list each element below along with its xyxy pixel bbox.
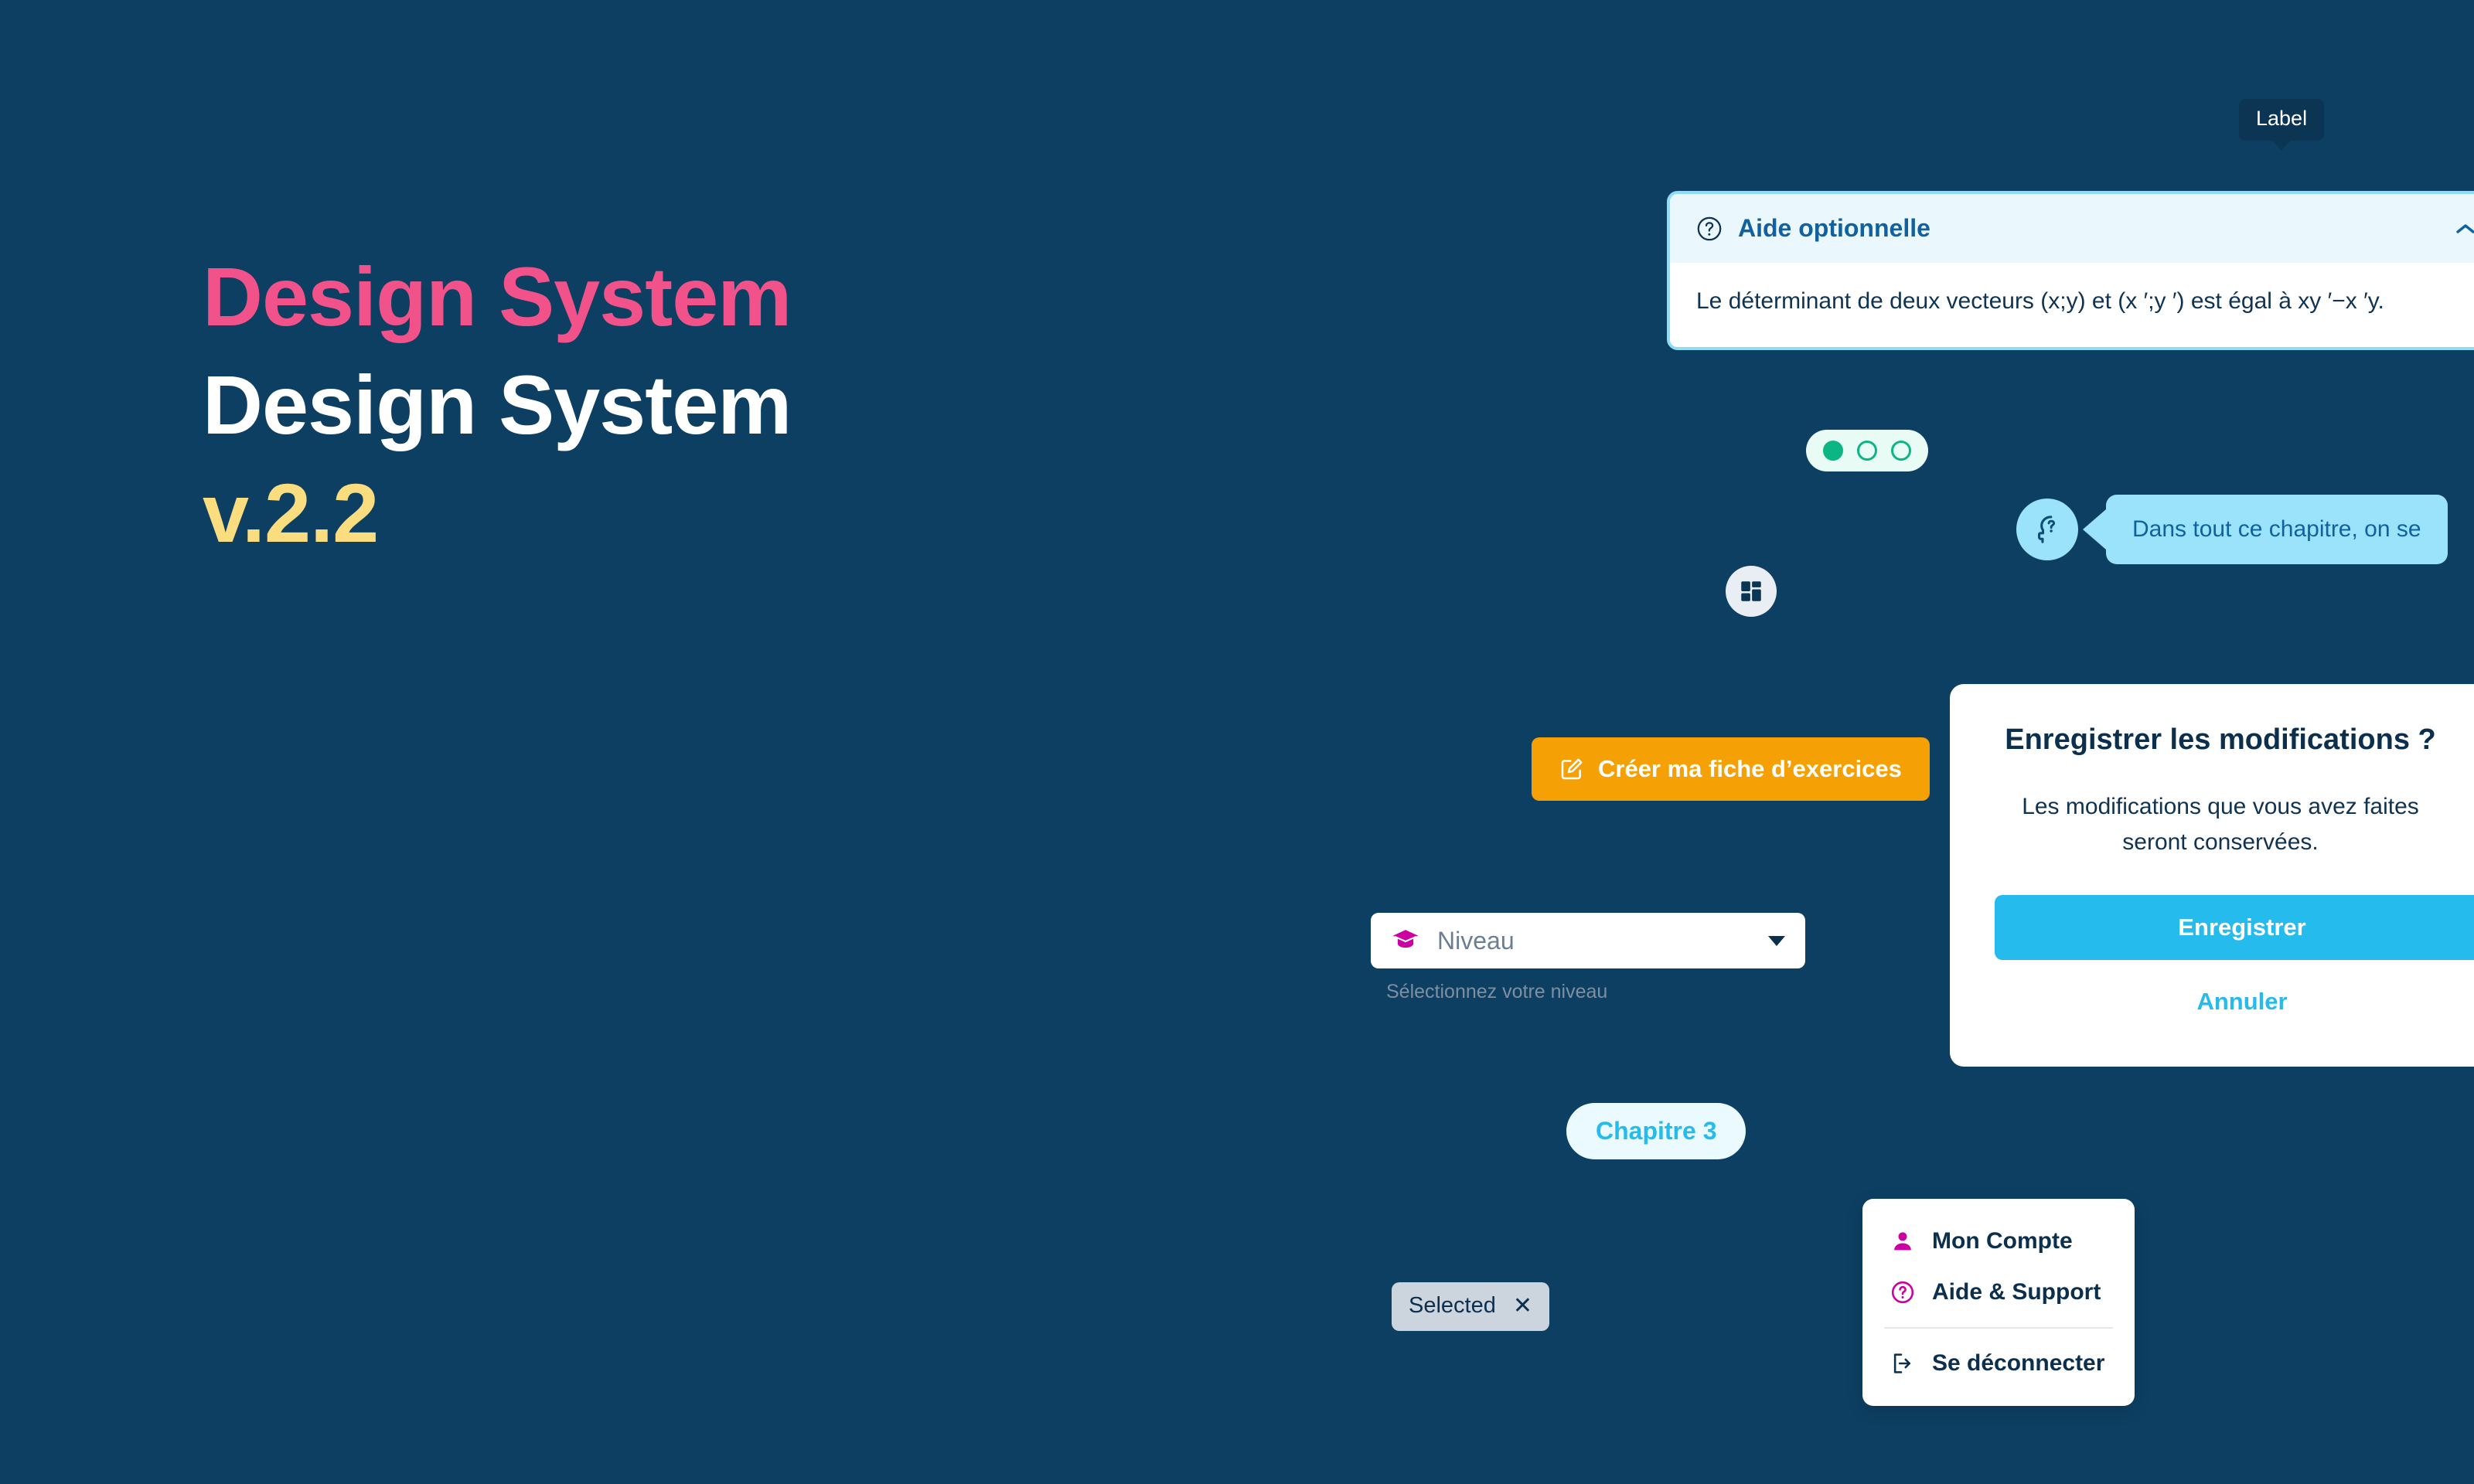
logout-icon: [1893, 1353, 1911, 1373]
dashboard-grid-icon: [1741, 581, 1761, 601]
speech-bubble-group: Dans tout ce chapitre, on se: [2016, 495, 2448, 564]
level-select-hint: Sélectionnez votre niveau: [1386, 981, 1608, 1002]
dashboard-grid-button[interactable]: [1726, 566, 1777, 617]
level-select[interactable]: Niveau: [1371, 913, 1805, 968]
pagination-dots: [1806, 430, 1928, 471]
menu-item-aide-support[interactable]: Aide & Support: [1862, 1267, 2135, 1318]
menu-divider: [1884, 1327, 2113, 1329]
graduation-cap-icon: [1392, 930, 1419, 948]
level-select-value: Niveau: [1437, 926, 1515, 955]
selected-chip-label: Selected: [1409, 1293, 1496, 1318]
question-circle-icon: [1697, 216, 1722, 240]
user-icon: [1894, 1232, 1911, 1251]
menu-item-label: Aide & Support: [1932, 1279, 2101, 1305]
tooltip: Label: [2239, 99, 2325, 151]
speech-bubble-tail: [2083, 509, 2106, 550]
modal-title: Enregistrer les modifications ?: [2005, 723, 2436, 756]
help-avatar-button[interactable]: [2016, 499, 2078, 560]
accordion-header[interactable]: Aide optionnelle: [1670, 194, 2474, 263]
tooltip-label: Label: [2256, 107, 2308, 130]
level-select-group: Niveau Sélectionnez votre niveau: [1371, 913, 1805, 1003]
create-exercise-sheet-button[interactable]: Créer ma fiche d’exercices: [1532, 737, 1930, 801]
question-circle-icon: [1891, 1281, 1914, 1304]
chevron-down-icon[interactable]: [1768, 935, 1785, 946]
head-question-icon: [2037, 516, 2056, 543]
edit-square-icon: [1561, 758, 1583, 780]
save-changes-modal: Enregistrer les modifications ? Les modi…: [1950, 684, 2474, 1067]
pagination-dot-2[interactable]: [1857, 441, 1877, 461]
account-dropdown-menu: Mon Compte Aide & Support Se déconnecter: [1862, 1199, 2135, 1406]
hero-line-white: Design System: [203, 358, 792, 451]
menu-item-mon-compte[interactable]: Mon Compte: [1862, 1216, 2135, 1267]
menu-item-se-deconnecter[interactable]: Se déconnecter: [1862, 1338, 2135, 1389]
speech-bubble-text: Dans tout ce chapitre, on se: [2106, 495, 2448, 564]
pagination-dot-3[interactable]: [1891, 441, 1911, 461]
design-system-canvas: Design System Design System v.2.2 Label …: [0, 0, 2474, 1484]
selected-chip[interactable]: Selected ✕: [1392, 1282, 1549, 1331]
menu-item-label: Se déconnecter: [1932, 1350, 2105, 1376]
pagination-dot-1[interactable]: [1823, 441, 1843, 461]
hero-version-label: v.2.2: [203, 466, 379, 560]
cancel-button[interactable]: Annuler: [1995, 979, 2474, 1025]
accordion-title: Aide optionnelle: [1738, 214, 1930, 242]
save-button[interactable]: Enregistrer: [1995, 894, 2474, 960]
tooltip-arrow-icon: [2272, 139, 2292, 151]
hero-title-block: Design System Design System v.2.2: [203, 250, 792, 560]
accordion-aide-optionnelle: Aide optionnelle Le déterminant de deux …: [1667, 191, 2474, 350]
chapter-pill-button[interactable]: Chapitre 3: [1566, 1103, 1746, 1159]
menu-item-label: Mon Compte: [1932, 1228, 2073, 1254]
create-exercise-sheet-label: Créer ma fiche d’exercices: [1598, 755, 1902, 782]
modal-body-text: Les modifications que vous avez faites s…: [2022, 793, 2419, 856]
hero-line-pink: Design System: [203, 250, 792, 343]
chevron-up-icon[interactable]: [2454, 221, 2474, 237]
accordion-body-text: Le déterminant de deux vecteurs (x;y) et…: [1670, 263, 2474, 347]
close-icon[interactable]: ✕: [1513, 1294, 1532, 1318]
